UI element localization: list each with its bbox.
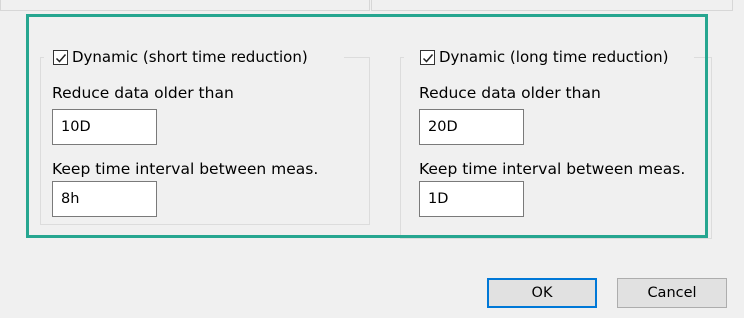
previous-group-frame-left xyxy=(0,0,370,11)
previous-group-frame-right xyxy=(371,0,733,11)
ok-button[interactable]: OK xyxy=(487,278,597,308)
cancel-button[interactable]: Cancel xyxy=(617,278,727,308)
highlight-frame xyxy=(26,14,708,238)
dialog-top-edge xyxy=(0,0,744,14)
